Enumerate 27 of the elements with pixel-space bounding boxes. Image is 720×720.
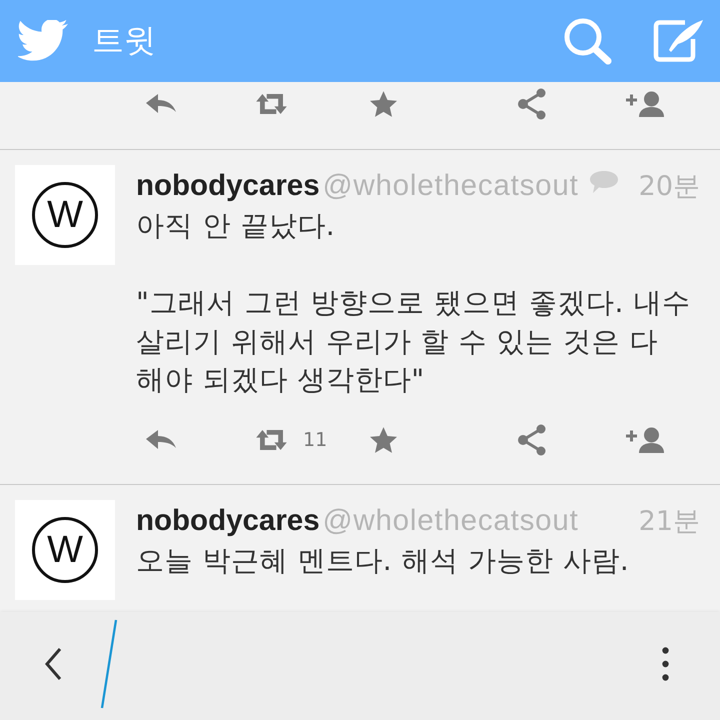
- tweet-text: 오늘 박근혜 멘트다. 해석 가능한 사람.: [136, 542, 630, 578]
- retweet-icon[interactable]: [256, 93, 287, 115]
- tweet-time: 20분: [638, 170, 700, 204]
- star-icon[interactable]: [370, 426, 397, 452]
- share-icon[interactable]: [517, 88, 547, 120]
- search-icon[interactable]: [563, 18, 613, 64]
- compose-icon[interactable]: [653, 19, 703, 63]
- add-user-icon[interactable]: [626, 426, 664, 452]
- user-name: nobodycares: [136, 504, 320, 538]
- more-dots-icon: [662, 647, 668, 681]
- retweet-count: 11: [303, 428, 328, 450]
- reply-icon[interactable]: [146, 93, 176, 115]
- add-user-icon[interactable]: [626, 91, 664, 117]
- tweet-text: 아직 안 끝났다. "그래서 그런 방향으로 됐으면 좋겠다. 내수 살리기 위해서 우리가 할 수 있는 것은 다 해야 되겠다 생각한다": [136, 208, 692, 398]
- user-handle: @wholethecatsout: [322, 169, 579, 203]
- reply-icon[interactable]: [146, 428, 176, 450]
- chevron-left-icon: [44, 647, 62, 681]
- user-name: nobodycares: [136, 169, 320, 203]
- share-icon[interactable]: [517, 424, 547, 456]
- user-handle: @wholethecatsout: [322, 504, 579, 538]
- retweet-icon[interactable]: [256, 428, 287, 450]
- avatar-letter: W: [32, 182, 98, 248]
- avatar-letter: W: [32, 516, 98, 582]
- bird-logo-icon: [18, 20, 68, 62]
- screen-title: 트윗: [92, 20, 156, 61]
- star-icon[interactable]: [370, 91, 397, 117]
- tweet-time: 21분: [638, 504, 700, 538]
